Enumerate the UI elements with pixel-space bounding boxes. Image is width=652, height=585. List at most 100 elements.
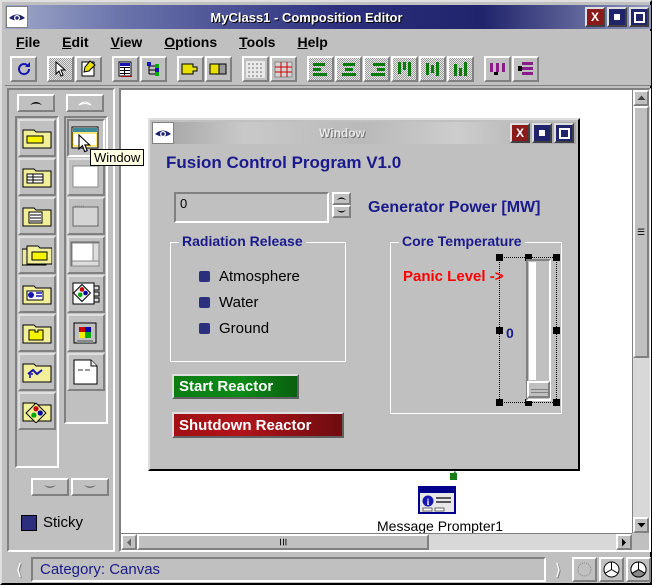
grid-dots-icon[interactable] <box>242 56 269 82</box>
close-button[interactable]: X <box>585 7 605 27</box>
radio-label: Atmosphere <box>219 268 300 285</box>
resize-handle-sw[interactable] <box>496 399 503 406</box>
folder-info-icon[interactable] <box>18 275 56 313</box>
menu-edit[interactable]: Edit <box>51 33 99 51</box>
title-bar: MyClass1 - Composition Editor X <box>5 5 651 29</box>
resize-handle-nw[interactable] <box>496 254 503 261</box>
palette-scroll-up-left[interactable] <box>17 94 55 112</box>
maximize-button[interactable] <box>629 7 649 27</box>
scroll-right-button[interactable] <box>616 534 632 550</box>
palette-scroll-down-left[interactable] <box>31 478 69 496</box>
prev-arrow-icon[interactable]: ⟨ <box>7 557 31 582</box>
radio-water[interactable]: Water <box>199 294 300 311</box>
folder-color-icon[interactable] <box>18 392 56 430</box>
generator-power-label: Generator Power [MW] <box>368 199 541 216</box>
palette-scroll-down-right[interactable] <box>71 478 109 496</box>
pointer-icon[interactable] <box>47 56 74 82</box>
sticky-checkbox-icon[interactable] <box>21 514 37 531</box>
palette-scroll-up-right[interactable] <box>66 94 104 112</box>
scroll-thumb-vertical[interactable]: ☰ <box>633 106 649 358</box>
align-middle-icon[interactable] <box>419 56 446 82</box>
radio-icon[interactable] <box>199 271 210 282</box>
design-canvas[interactable]: Window X Fusion Control Program V1.0 0 G… <box>121 90 632 533</box>
distribute-horizontal-icon[interactable] <box>484 56 511 82</box>
scroll-thumb-horizontal[interactable]: ☰ <box>137 534 429 550</box>
next-arrow-icon[interactable]: ⟩ <box>546 557 570 582</box>
canvas-vertical-scrollbar[interactable]: ☰ <box>632 90 650 533</box>
canvas-frame: Window X Fusion Control Program V1.0 0 G… <box>119 88 651 552</box>
resize-handle-se[interactable] <box>553 399 560 406</box>
slider-thumb[interactable] <box>527 381 550 398</box>
grip-icon: ☰ <box>277 537 288 547</box>
spin-down-icon[interactable] <box>332 205 351 218</box>
spin-up-icon[interactable] <box>332 192 351 205</box>
tab-backward-icon[interactable] <box>205 56 232 82</box>
menu-help[interactable]: Help <box>286 33 338 51</box>
tree-view-icon[interactable] <box>140 56 167 82</box>
menu-tools[interactable]: Tools <box>228 33 286 51</box>
folder-window-icon[interactable] <box>18 119 56 157</box>
message-prompter-icon[interactable]: i <box>418 486 456 514</box>
folder-arrow-icon[interactable] <box>18 353 56 391</box>
slider-value: 0 <box>506 325 514 341</box>
palette-widget-icon[interactable] <box>67 275 105 313</box>
generator-power-stepper[interactable] <box>332 192 351 218</box>
menu-options[interactable]: Options <box>153 33 228 51</box>
align-center-icon[interactable] <box>335 56 362 82</box>
menu-view[interactable]: View <box>100 33 154 51</box>
align-bottom-icon[interactable] <box>447 56 474 82</box>
toolbar-widget-icon[interactable] <box>67 314 105 352</box>
resize-handle-e[interactable] <box>553 327 560 334</box>
folder-group-icon[interactable] <box>18 236 56 274</box>
resize-handle-ne[interactable] <box>553 254 560 261</box>
radiation-release-group: Radiation Release Atmosphere Water Groun… <box>170 233 346 362</box>
grip-icon: ☰ <box>636 227 646 237</box>
radio-label: Ground <box>219 320 270 337</box>
scroll-up-button[interactable] <box>633 90 649 106</box>
status-text: Category: Canvas <box>31 557 546 582</box>
notebook-widget-icon[interactable] <box>67 197 105 235</box>
radio-icon[interactable] <box>199 323 210 334</box>
start-reactor-button[interactable]: Start Reactor <box>172 374 299 399</box>
inner-close-button[interactable]: X <box>510 123 530 143</box>
grid-lines-icon[interactable] <box>270 56 297 82</box>
resize-handle-w[interactable] <box>496 327 503 334</box>
edit-properties-icon[interactable] <box>75 56 102 82</box>
inner-window[interactable]: Window X Fusion Control Program V1.0 0 G… <box>148 118 580 471</box>
folder-list-icon[interactable] <box>18 197 56 235</box>
inner-window-title: Window <box>319 126 365 140</box>
radio-ground[interactable]: Ground <box>199 320 300 337</box>
table-view-icon[interactable] <box>112 56 139 82</box>
generator-power-input[interactable]: 0 <box>174 192 329 223</box>
inner-title-bar: Window X <box>152 122 576 144</box>
minimize-button[interactable] <box>607 7 627 27</box>
align-left-icon[interactable] <box>307 56 334 82</box>
core-temperature-slider[interactable]: 0 <box>496 254 560 406</box>
application-window: MyClass1 - Composition Editor X File Edi… <box>0 0 652 585</box>
folder-puzzle-icon[interactable] <box>18 314 56 352</box>
inner-maximize-button[interactable] <box>554 123 574 143</box>
radio-icon[interactable] <box>199 297 210 308</box>
dither-pattern-button[interactable] <box>572 557 597 582</box>
menu-file[interactable]: File <box>5 33 51 51</box>
distribute-vertical-icon[interactable] <box>512 56 539 82</box>
maximize-icon <box>633 11 645 23</box>
eye-icon <box>6 6 28 28</box>
canvas-horizontal-scrollbar[interactable]: ☰ <box>121 533 632 550</box>
pie-filled-button[interactable] <box>626 557 651 582</box>
refresh-icon[interactable] <box>10 56 37 82</box>
scroll-left-button[interactable] <box>121 534 137 550</box>
radio-atmosphere[interactable]: Atmosphere <box>199 268 300 285</box>
align-right-icon[interactable] <box>363 56 390 82</box>
toolbar <box>5 53 651 86</box>
align-top-icon[interactable] <box>391 56 418 82</box>
sticky-toggle[interactable]: Sticky <box>21 514 83 531</box>
pie-outline-button[interactable] <box>599 557 624 582</box>
document-widget-icon[interactable] <box>67 353 105 391</box>
tab-forward-icon[interactable] <box>177 56 204 82</box>
inner-minimize-button[interactable] <box>532 123 552 143</box>
scroll-down-button[interactable] <box>633 517 649 533</box>
shutdown-reactor-button[interactable]: Shutdown Reactor <box>172 412 344 438</box>
scrolled-window-widget-icon[interactable] <box>67 236 105 274</box>
folder-table-icon[interactable] <box>18 158 56 196</box>
